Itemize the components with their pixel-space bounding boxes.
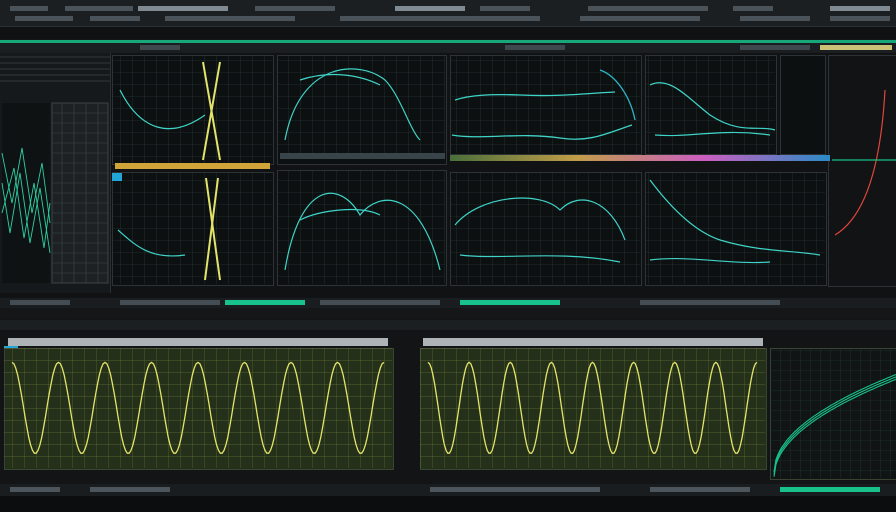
oscilloscope-graphics [4, 348, 896, 478]
status-bar[interactable] [0, 484, 896, 496]
status-item [430, 487, 600, 492]
bottom-edge [0, 496, 896, 512]
status-item [10, 487, 60, 492]
status-item [780, 487, 880, 492]
status-item [650, 487, 750, 492]
status-item [90, 487, 170, 492]
